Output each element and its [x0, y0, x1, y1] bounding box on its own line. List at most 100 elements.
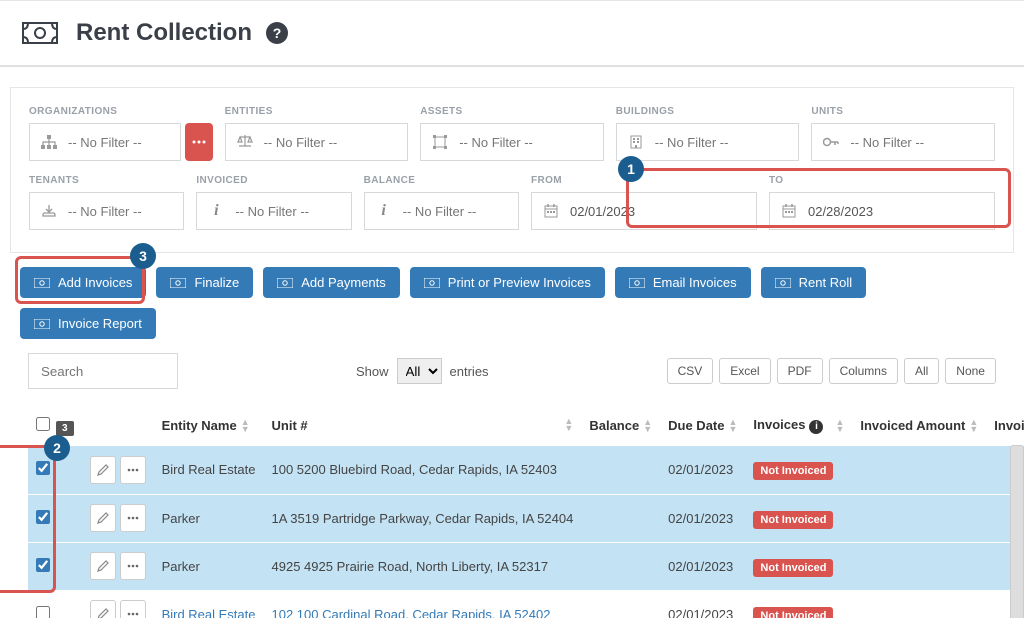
show-entries: Show All entries: [356, 358, 489, 384]
filter-entities: ENTITIES -- No Filter --: [225, 106, 409, 161]
add-invoices-button[interactable]: Add Invoices: [20, 267, 146, 298]
edit-button[interactable]: [90, 456, 116, 484]
from-value[interactable]: [570, 204, 746, 219]
cell-due-date: 02/01/2023: [660, 542, 745, 590]
label-from: FROM: [531, 175, 757, 186]
row-checkbox[interactable]: [36, 461, 50, 475]
row-checkbox[interactable]: [36, 558, 50, 572]
invoice-report-button[interactable]: Invoice Report: [20, 308, 156, 339]
invoiced-input[interactable]: i -- No Filter --: [196, 192, 351, 230]
sort-icon: ▲▼: [729, 419, 738, 433]
more-button[interactable]: [120, 504, 146, 532]
search-input[interactable]: [28, 353, 178, 389]
edit-button[interactable]: [90, 504, 116, 532]
vector-square-icon: [431, 135, 449, 149]
columns-button[interactable]: Columns: [829, 358, 898, 384]
sort-icon: ▲▼: [969, 419, 978, 433]
filter-assets: ASSETS -- No Filter --: [420, 106, 604, 161]
add-payments-button[interactable]: Add Payments: [263, 267, 400, 298]
cell-unit: 100 5200 Bluebird Road, Cedar Rapids, IA…: [264, 446, 582, 494]
key-icon: [822, 136, 840, 148]
edit-button[interactable]: [90, 552, 116, 580]
row-checkbox[interactable]: [36, 510, 50, 524]
col-unit[interactable]: Unit #▲▼: [264, 405, 582, 446]
money-icon: [34, 278, 50, 288]
status-badge: Not Invoiced: [753, 559, 833, 577]
filter-tenants: TENANTS -- No Filter --: [29, 175, 184, 230]
show-label: Show: [356, 364, 389, 379]
cell-invoices: Not Invoiced: [745, 446, 852, 494]
cell-due-date: 02/01/2023: [660, 446, 745, 494]
assets-input[interactable]: -- No Filter --: [420, 123, 604, 161]
col-balance[interactable]: Balance▲▼: [581, 405, 660, 446]
help-icon[interactable]: ?: [266, 22, 288, 44]
sort-icon: ▲▼: [564, 418, 573, 432]
units-input[interactable]: -- No Filter --: [811, 123, 995, 161]
invoice-report-label: Invoice Report: [58, 316, 142, 331]
csv-button[interactable]: CSV: [667, 358, 714, 384]
more-button[interactable]: [120, 552, 146, 580]
pencil-icon: [97, 560, 109, 572]
assets-value: -- No Filter --: [459, 135, 533, 150]
ellipsis-icon: [127, 612, 139, 616]
callout-number-2: 2: [44, 435, 70, 461]
all-button[interactable]: All: [904, 358, 939, 384]
vertical-scrollbar[interactable]: [1010, 445, 1024, 618]
rent-roll-button[interactable]: Rent Roll: [761, 267, 866, 298]
email-invoices-button[interactable]: Email Invoices: [615, 267, 751, 298]
balance-input[interactable]: i -- No Filter --: [364, 192, 519, 230]
page-size-select[interactable]: All: [397, 358, 442, 384]
col-invoice-last-email[interactable]: Invoice Last Email: [986, 405, 1024, 446]
cell-entity: Parker: [154, 494, 264, 542]
table-wrap: 3 Entity Name▲▼ Unit #▲▼ Balance▲▼ Due D…: [0, 405, 1024, 618]
buildings-input[interactable]: -- No Filter --: [616, 123, 800, 161]
organizations-input[interactable]: -- No Filter --: [29, 123, 181, 161]
filter-invoiced: INVOICED i -- No Filter --: [196, 175, 351, 230]
cell-balance: [581, 494, 660, 542]
col-invoices[interactable]: Invoicesi▲▼: [745, 405, 852, 446]
ellipsis-icon: [127, 468, 139, 472]
callout-number-3: 3: [130, 243, 156, 269]
cell-unit: 1A 3519 Partridge Parkway, Cedar Rapids,…: [264, 494, 582, 542]
cell-balance: [581, 542, 660, 590]
organizations-more-button[interactable]: [185, 123, 213, 161]
entities-input[interactable]: -- No Filter --: [225, 123, 409, 161]
table-row: Bird Real Estate100 5200 Bluebird Road, …: [28, 446, 1024, 494]
from-input[interactable]: [531, 192, 757, 230]
sitemap-icon: [40, 135, 58, 149]
to-input[interactable]: [769, 192, 995, 230]
pdf-button[interactable]: PDF: [777, 358, 823, 384]
export-buttons: CSV Excel PDF Columns All None: [667, 358, 996, 384]
more-button[interactable]: [120, 600, 146, 618]
col-entity[interactable]: Entity Name▲▼: [154, 405, 264, 446]
cell-entity: Bird Real Estate: [154, 590, 264, 618]
more-button[interactable]: [120, 456, 146, 484]
action-toolbar: Add Invoices Finalize Add Payments Print…: [0, 253, 1024, 353]
finalize-button[interactable]: Finalize: [156, 267, 253, 298]
print-preview-label: Print or Preview Invoices: [448, 275, 591, 290]
edit-button[interactable]: [90, 600, 116, 618]
tenants-input[interactable]: -- No Filter --: [29, 192, 184, 230]
filter-units: UNITS -- No Filter --: [811, 106, 995, 161]
status-badge: Not Invoiced: [753, 607, 833, 618]
ellipsis-icon: [127, 516, 139, 520]
info-icon: i: [207, 202, 225, 220]
tenants-value: -- No Filter --: [68, 204, 142, 219]
print-preview-button[interactable]: Print or Preview Invoices: [410, 267, 605, 298]
col-due-date[interactable]: Due Date▲▼: [660, 405, 745, 446]
table-row: Parker4925 4925 Prairie Road, North Libe…: [28, 542, 1024, 590]
select-all-checkbox[interactable]: [36, 417, 50, 431]
label-units: UNITS: [811, 106, 995, 117]
page-title: Rent Collection: [76, 19, 252, 47]
none-button[interactable]: None: [945, 358, 996, 384]
building-icon: [627, 135, 645, 149]
balance-value: -- No Filter --: [403, 204, 477, 219]
status-badge: Not Invoiced: [753, 511, 833, 529]
entries-label: entries: [450, 364, 489, 379]
to-value[interactable]: [808, 204, 984, 219]
excel-button[interactable]: Excel: [719, 358, 770, 384]
cell-entity: Parker: [154, 542, 264, 590]
filter-to: TO: [769, 175, 995, 230]
col-invoiced-amount[interactable]: Invoiced Amount▲▼: [852, 405, 986, 446]
row-checkbox[interactable]: [36, 606, 50, 618]
